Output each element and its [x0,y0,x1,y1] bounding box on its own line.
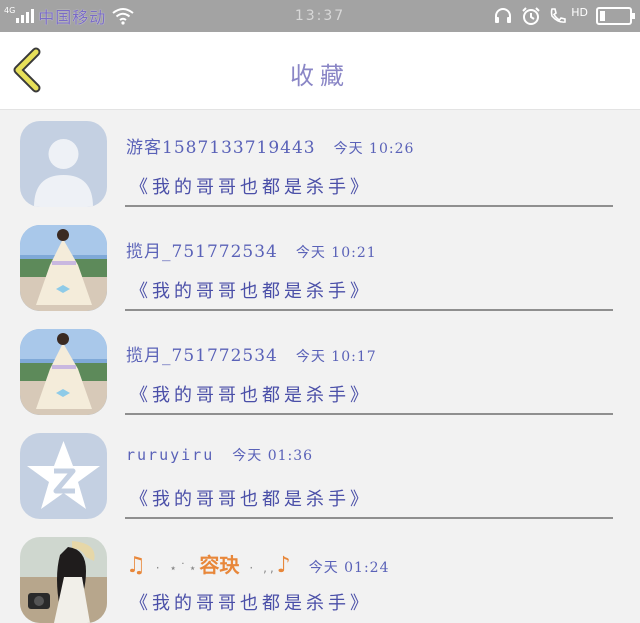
list-item[interactable]: ♫ · ⋆˙⋆ 容玦 · ‚‚ ♪ 今天 01:24 《我的哥哥也都是杀手》 [0,527,640,623]
music-note-icon: ♫ [126,553,146,578]
username-decoration: · ⋆˙⋆ [155,561,200,575]
username: 容玦 [199,553,240,577]
hd-label: HD [571,5,588,19]
favorite-title[interactable]: 《我的哥哥也都是杀手》 [130,485,372,511]
battery-level [600,11,605,21]
dress-photo-image [20,329,107,415]
list-item[interactable]: 揽月_751772534 今天 10:21 《我的哥哥也都是杀手》 [0,215,640,319]
favorite-title[interactable]: 《我的哥哥也都是杀手》 [130,589,372,615]
item-header: ruruyiru 今天 01:36 [126,445,313,465]
status-bar: 4G 中国移动 13:37 HD [0,0,640,32]
divider [125,205,613,207]
music-note-icon: ♪ [276,553,291,578]
avatar[interactable] [20,433,107,519]
item-header: 游客1587133719443 今天 10:26 [126,133,414,158]
avatar[interactable] [20,121,107,207]
favorite-title[interactable]: 《我的哥哥也都是杀手》 [130,173,372,199]
list-item[interactable]: ruruyiru 今天 01:36 《我的哥哥也都是杀手》 [0,423,640,527]
divider [125,517,613,519]
timestamp: 今天 10:21 [295,245,377,261]
avatar[interactable] [20,225,107,311]
username: 游客1587133719443 [126,138,316,158]
divider [125,413,613,415]
default-person-icon [20,121,107,207]
battery-icon [596,7,635,25]
favorite-title[interactable]: 《我的哥哥也都是杀手》 [130,277,372,303]
alarm-icon [522,7,540,25]
list-item[interactable]: 游客1587133719443 今天 10:26 《我的哥哥也都是杀手》 [0,111,640,215]
username-decoration: · ‚‚ [249,561,277,575]
item-header: 揽月_751772534 今天 10:21 [126,237,377,262]
timestamp: 今天 10:26 [333,141,415,157]
avatar[interactable] [20,537,107,623]
headset-icon [495,8,512,23]
dress-photo-image [20,225,107,311]
username: 揽月_751772534 [126,346,278,366]
qq-logo-icon [20,433,107,519]
item-header: ♫ · ⋆˙⋆ 容玦 · ‚‚ ♪ 今天 01:24 [126,549,390,578]
divider [125,309,613,311]
call-icon [550,8,567,23]
app-header: 收藏 [0,32,640,110]
status-right: HD [493,5,635,27]
username: 揽月_751772534 [126,242,278,262]
timestamp: 今天 01:36 [232,448,314,464]
avatar[interactable] [20,329,107,415]
timestamp: 今天 10:17 [295,349,377,365]
username: ruruyiru [126,446,215,464]
favorites-list: 游客1587133719443 今天 10:26 《我的哥哥也都是杀手》 揽月_… [0,111,640,623]
timestamp: 今天 01:24 [308,560,390,576]
favorite-title[interactable]: 《我的哥哥也都是杀手》 [130,381,372,407]
page-title: 收藏 [290,62,350,90]
girl-photo-image [20,537,107,623]
list-item[interactable]: 揽月_751772534 今天 10:17 《我的哥哥也都是杀手》 [0,319,640,423]
item-header: 揽月_751772534 今天 10:17 [126,341,377,366]
